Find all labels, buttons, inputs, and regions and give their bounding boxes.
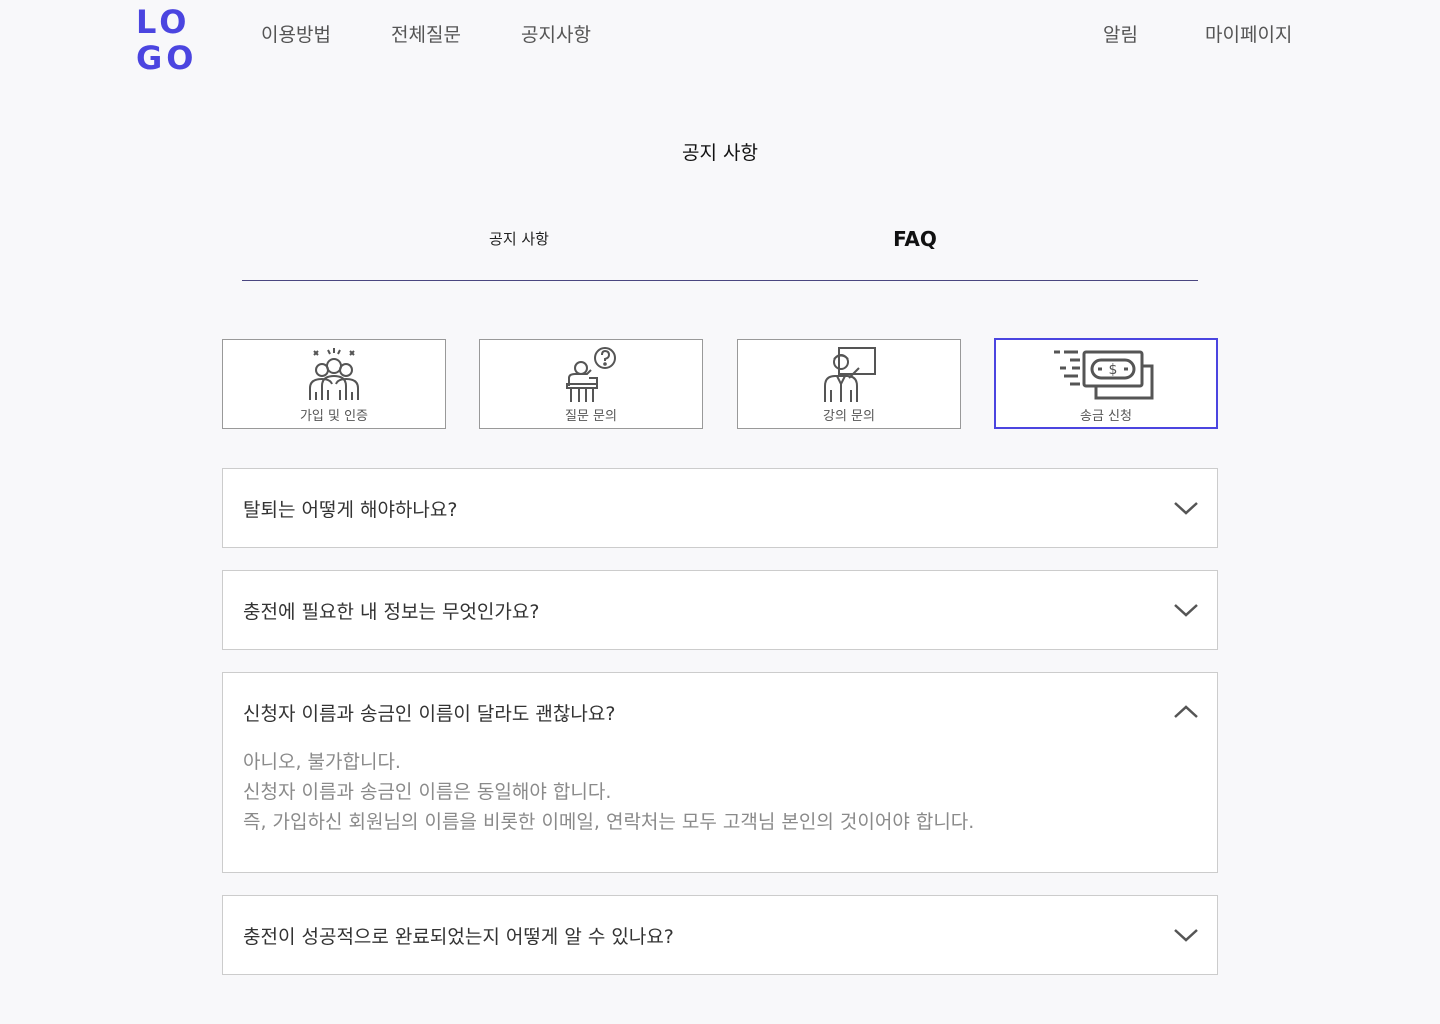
- chevron-down-icon[interactable]: [1173, 500, 1199, 516]
- tab-bar: 공지 사항 FAQ: [242, 218, 1198, 281]
- category-lecture[interactable]: 강의 문의: [737, 339, 961, 429]
- logo-line-2: GO: [136, 39, 198, 77]
- category-signup-auth[interactable]: 가입 및 인증: [222, 339, 446, 429]
- tab-faq[interactable]: FAQ: [720, 218, 1110, 260]
- faq-answer-line: 아니오, 불가합니다.: [243, 751, 401, 773]
- faq-item[interactable]: 충전이 성공적으로 완료되었는지 어떻게 알 수 있나요?: [222, 895, 1218, 975]
- chevron-up-icon[interactable]: [1173, 704, 1199, 720]
- category-label: 강의 문의: [823, 409, 875, 424]
- faq-answer-line: 신청자 이름과 송금인 이름은 동일해야 합니다.: [243, 781, 612, 803]
- tab-notice[interactable]: 공지 사항: [242, 218, 796, 260]
- logo[interactable]: LO GO: [136, 4, 197, 76]
- svg-text:$: $: [1109, 362, 1118, 378]
- category-label: 질문 문의: [565, 409, 617, 424]
- lecture-teacher-icon: [794, 346, 904, 402]
- question-person-icon: [536, 346, 646, 402]
- page-title: 공지 사항: [682, 142, 758, 164]
- faq-question[interactable]: 충전에 필요한 내 정보는 무엇인가요?: [243, 597, 539, 624]
- nav-notifications[interactable]: 알림: [1103, 20, 1138, 47]
- category-label: 가입 및 인증: [299, 409, 369, 424]
- nav-notices[interactable]: 공지사항: [521, 20, 591, 47]
- faq-question[interactable]: 탈퇴는 어떻게 해야하나요?: [243, 495, 457, 522]
- faq-answer: 아니오, 불가합니다. 신청자 이름과 송금인 이름은 동일해야 합니다. 즉,…: [243, 747, 974, 837]
- category-money-transfer[interactable]: $ 송금 신청: [994, 338, 1218, 429]
- nav-all-questions[interactable]: 전체질문: [391, 20, 461, 47]
- faq-answer-line: 즉, 가입하신 회원님의 이름을 비롯한 이메일, 연락처는 모두 고객님 본인…: [243, 811, 975, 833]
- chevron-down-icon[interactable]: [1173, 602, 1199, 618]
- chevron-down-icon[interactable]: [1173, 927, 1199, 943]
- faq-question[interactable]: 신청자 이름과 송금인 이름이 달라도 괜찮나요?: [243, 699, 615, 726]
- faq-question[interactable]: 충전이 성공적으로 완료되었는지 어떻게 알 수 있나요?: [243, 922, 674, 949]
- faq-item-expanded[interactable]: 신청자 이름과 송금인 이름이 달라도 괜찮나요? 아니오, 불가합니다. 신청…: [222, 672, 1218, 873]
- group-users-icon: [279, 346, 389, 402]
- faq-item[interactable]: 탈퇴는 어떻게 해야하나요?: [222, 468, 1218, 548]
- nav-how-to-use[interactable]: 이용방법: [261, 20, 331, 47]
- faq-item[interactable]: 충전에 필요한 내 정보는 무엇인가요?: [222, 570, 1218, 650]
- money-transfer-icon: $: [1051, 346, 1161, 402]
- logo-line-1: LO: [136, 3, 191, 41]
- category-question[interactable]: 질문 문의: [479, 339, 703, 429]
- nav-mypage[interactable]: 마이페이지: [1205, 20, 1292, 47]
- category-label: 송금 신청: [1080, 409, 1132, 424]
